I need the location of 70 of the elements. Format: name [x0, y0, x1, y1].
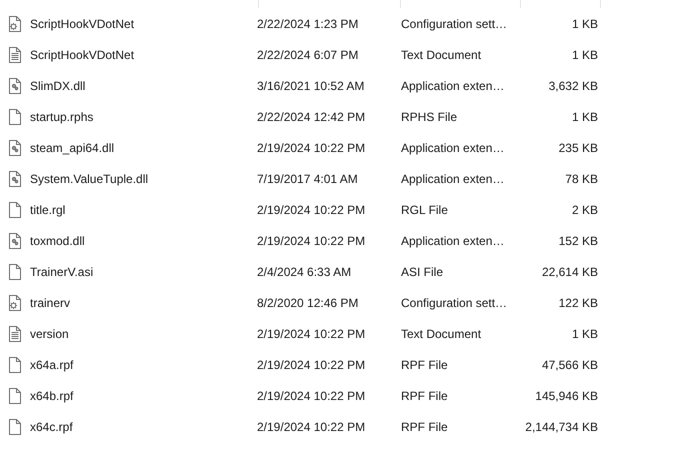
file-type: Text Document: [401, 48, 482, 62]
file-name[interactable]: trainerv: [30, 296, 257, 310]
gear-file-icon: [8, 170, 22, 186]
file-name[interactable]: x64c.rpf: [30, 420, 257, 434]
file-size: 145,946 KB: [534, 388, 598, 402]
date-modified: 2/19/2024 10:22 PM: [257, 202, 366, 216]
file-size: 2,144,734 KB: [524, 420, 598, 434]
file-size: 1 KB: [570, 110, 598, 124]
file-name[interactable]: TrainerV.asi: [30, 264, 257, 278]
file-name[interactable]: System.ValueTuple.dll: [30, 172, 257, 186]
file-icon: [8, 356, 22, 372]
file-type: Configuration sett…: [401, 296, 508, 310]
file-type: Text Document: [401, 326, 482, 340]
date-modified: 2/19/2024 10:22 PM: [257, 234, 366, 248]
file-size: 1 KB: [570, 326, 598, 340]
file-size: 47,566 KB: [540, 358, 598, 372]
date-modified: 2/19/2024 10:22 PM: [257, 358, 366, 372]
date-modified: 8/2/2020 12:46 PM: [257, 296, 360, 310]
file-size: 152 KB: [558, 234, 598, 248]
file-size: 122 KB: [558, 296, 598, 310]
file-icon: [8, 418, 22, 434]
file-size: 1 KB: [570, 48, 598, 62]
date-modified: 2/19/2024 10:22 PM: [257, 140, 366, 154]
file-size: 235 KB: [558, 140, 598, 154]
file-type: ASI File: [401, 264, 444, 278]
text-file-icon: [8, 46, 22, 62]
settings-file-icon: [8, 16, 22, 32]
gear-file-icon: [8, 140, 22, 156]
gear-file-icon: [8, 78, 22, 94]
file-name[interactable]: title.rgl: [30, 202, 257, 216]
file-name[interactable]: steam_api64.dll: [30, 140, 257, 154]
file-type: RGL File: [401, 202, 449, 216]
date-modified: 2/19/2024 10:22 PM: [257, 388, 366, 402]
file-size: 1 KB: [570, 16, 598, 30]
file-name[interactable]: x64a.rpf: [30, 358, 257, 372]
date-modified: 2/22/2024 6:07 PM: [257, 48, 360, 62]
file-name[interactable]: toxmod.dll: [30, 234, 257, 248]
date-modified: 2/19/2024 10:22 PM: [257, 326, 366, 340]
file-name[interactable]: version: [30, 326, 257, 340]
file-name[interactable]: ScriptHookVDotNet: [30, 48, 257, 62]
date-modified: 2/22/2024 1:23 PM: [257, 16, 360, 30]
file-type: RPF File: [401, 420, 449, 434]
file-size: 78 KB: [564, 172, 598, 186]
file-type: RPF File: [401, 388, 449, 402]
file-size: 3,632 KB: [548, 78, 598, 92]
file-size: 2 KB: [570, 202, 598, 216]
text-file-icon: [8, 326, 22, 342]
date-modified: 2/19/2024 10:22 PM: [257, 420, 366, 434]
file-type: Application exten…: [401, 234, 506, 248]
file-type: RPF File: [401, 358, 449, 372]
file-icon: [8, 264, 22, 280]
file-icon: [8, 202, 22, 218]
file-icon: [8, 108, 22, 124]
file-type: Application exten…: [401, 140, 506, 154]
file-name[interactable]: x64b.rpf: [30, 388, 257, 402]
file-icon: [8, 388, 22, 404]
file-name[interactable]: ScriptHookVDotNet: [30, 16, 257, 30]
file-type: Application exten…: [401, 78, 506, 92]
settings-file-icon: [8, 294, 22, 310]
date-modified: 2/22/2024 12:42 PM: [257, 110, 366, 124]
date-modified: 2/4/2024 6:33 AM: [257, 264, 352, 278]
date-modified: 7/19/2017 4:01 AM: [257, 172, 359, 186]
file-name[interactable]: SlimDX.dll: [30, 78, 257, 92]
file-type: Configuration sett…: [401, 16, 508, 30]
gear-file-icon: [8, 232, 22, 248]
file-type: RPHS File: [401, 110, 458, 124]
file-name[interactable]: startup.rphs: [30, 110, 257, 124]
date-modified: 3/16/2021 10:52 AM: [257, 78, 366, 92]
file-type: Application exten…: [401, 172, 506, 186]
file-size: 22,614 KB: [540, 264, 598, 278]
